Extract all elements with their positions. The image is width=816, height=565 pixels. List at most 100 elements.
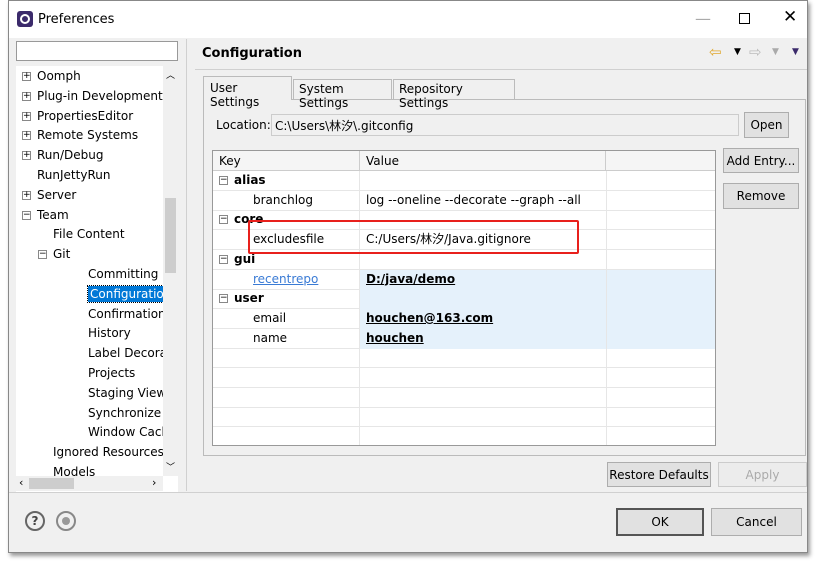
table-row[interactable]: branchlog log --oneline --decorate --grap… [213, 190, 715, 211]
tree-item[interactable]: + Plug-in Development [22, 86, 163, 106]
tree-item-label: Plug-in Development [37, 88, 163, 103]
table-row[interactable] [213, 427, 715, 445]
expand-toggle-icon[interactable]: − [38, 250, 47, 260]
table-row[interactable] [213, 407, 715, 428]
tree-item[interactable]: Ignored Resources [53, 442, 164, 462]
table-row[interactable] [213, 348, 715, 369]
tree-item[interactable]: + Run/Debug [22, 145, 104, 165]
filter-input[interactable] [16, 41, 178, 61]
table-row[interactable]: email houchen@163.com [213, 308, 715, 329]
row-key: name [253, 330, 288, 345]
tree-item[interactable]: File Content [53, 224, 125, 244]
back-arrow-icon[interactable]: ⇦ [709, 43, 722, 61]
location-label: Location: [216, 118, 271, 132]
tree-horizontal-scrollbar[interactable]: ‹ › [16, 476, 163, 491]
tree-item-label: History [88, 326, 131, 341]
title-bar: Preferences — ✕ [9, 1, 807, 38]
tree-item[interactable]: Configuration [86, 284, 175, 304]
column-header-key[interactable]: Key [213, 151, 360, 171]
tree-item-label: Run/Debug [37, 148, 104, 163]
table-row[interactable] [213, 368, 715, 388]
tree-item[interactable]: Committing [88, 264, 158, 284]
tree-vertical-scrollbar[interactable]: ︿ ﹀ [163, 66, 178, 476]
preference-tree: + Oomph + Plug-in Development + PropertiesEdi… [16, 66, 178, 492]
forward-dropdown-icon[interactable]: ▼ [772, 47, 779, 57]
row-key: recentrepo [253, 271, 319, 286]
tree-item-label: PropertiesEditor [37, 108, 134, 123]
tree-item[interactable]: + Remote Systems [22, 125, 138, 145]
tree-item[interactable]: − Git [38, 244, 70, 264]
row-key: email [253, 310, 287, 325]
collapse-toggle-icon[interactable]: − [219, 254, 228, 264]
config-table: Key Value − alias branchlog log --oneline -… [212, 150, 716, 446]
table-row[interactable] [213, 387, 715, 408]
table-row[interactable]: − alias [213, 171, 715, 191]
tree-item[interactable]: − Team [22, 205, 69, 225]
remove-button[interactable]: Remove [723, 183, 799, 209]
tab-system-settings[interactable]: System Settings [293, 79, 392, 110]
preferences-dialog: Preferences — ✕ + Oomph + Plug-in Developme… [8, 0, 808, 553]
collapse-toggle-icon[interactable]: − [219, 215, 228, 225]
tree-item-label: Git [53, 247, 71, 262]
tree-item[interactable]: Synchronize [88, 403, 161, 423]
tree-item[interactable]: + PropertiesEditor [22, 106, 133, 126]
table-row[interactable]: − user [213, 289, 715, 310]
minimize-button[interactable]: — [695, 9, 711, 28]
tree-item-label: Server [37, 187, 77, 202]
help-icon[interactable]: ? [25, 511, 45, 531]
table-row[interactable]: name houchen [213, 328, 715, 349]
page-title: Configuration [202, 46, 302, 61]
add-entry-button[interactable]: Add Entry... [723, 148, 799, 173]
tree-item-label: Configuration [86, 284, 175, 303]
tree-item-label: Synchronize [88, 405, 162, 420]
ok-button[interactable]: OK [616, 508, 704, 536]
record-icon[interactable] [56, 511, 76, 531]
tree-item[interactable]: + Server [22, 185, 76, 205]
tree-item[interactable]: + Oomph [22, 66, 81, 86]
window-title: Preferences [38, 12, 115, 27]
tree-item[interactable]: RunJettyRun [37, 165, 110, 185]
collapse-toggle-icon[interactable]: − [219, 176, 228, 185]
apply-button[interactable]: Apply [718, 462, 807, 487]
tab-user-settings[interactable]: User Settings [203, 76, 292, 109]
tree-item-label: Ignored Resources [53, 445, 164, 460]
scroll-thumb[interactable] [165, 198, 176, 273]
table-header: Key Value [213, 151, 715, 171]
tree-item[interactable]: History [88, 323, 131, 343]
restore-defaults-button[interactable]: Restore Defaults [607, 462, 711, 487]
expand-toggle-icon[interactable]: + [22, 111, 31, 121]
tree-item-label: Staging View [88, 385, 167, 400]
column-header-value[interactable]: Value [360, 151, 606, 171]
row-value: houchen@163.com [366, 310, 494, 325]
view-menu-icon[interactable]: ▼ [792, 47, 799, 57]
tree-item-label: Projects [88, 366, 136, 380]
row-value: D:/java/demo [366, 271, 456, 286]
cancel-button[interactable]: Cancel [711, 508, 802, 536]
tree-item[interactable]: Staging View [88, 383, 166, 403]
tree-item-label: Remote Systems [37, 128, 139, 143]
back-dropdown-icon[interactable]: ▼ [734, 47, 741, 57]
eclipse-icon [17, 11, 33, 27]
tab-repository-settings[interactable]: Repository Settings [393, 79, 515, 110]
annotation-red-box [248, 220, 579, 254]
tree-item-label: Oomph [37, 69, 81, 83]
expand-toggle-icon[interactable]: − [22, 210, 31, 220]
expand-toggle-icon[interactable]: + [22, 91, 31, 101]
open-button[interactable]: Open [744, 112, 789, 138]
tree-item[interactable]: Projects [88, 363, 135, 383]
close-button[interactable]: ✕ [783, 7, 797, 27]
tree-item-label: RunJettyRun [37, 168, 111, 182]
expand-toggle-icon[interactable]: + [22, 72, 31, 81]
expand-toggle-icon[interactable]: + [22, 190, 31, 200]
location-field[interactable] [271, 114, 739, 136]
forward-arrow-icon[interactable]: ⇨ [749, 43, 762, 61]
row-key: user [234, 291, 264, 306]
pane-divider[interactable] [186, 39, 187, 491]
table-row[interactable]: recentrepo D:/java/demo [213, 269, 715, 290]
expand-toggle-icon[interactable]: + [22, 131, 31, 141]
row-value: houchen [366, 330, 424, 345]
tree-item-label: File Content [53, 227, 125, 242]
maximize-button[interactable] [739, 13, 750, 24]
collapse-toggle-icon[interactable]: − [219, 294, 228, 304]
expand-toggle-icon[interactable]: + [22, 151, 31, 161]
